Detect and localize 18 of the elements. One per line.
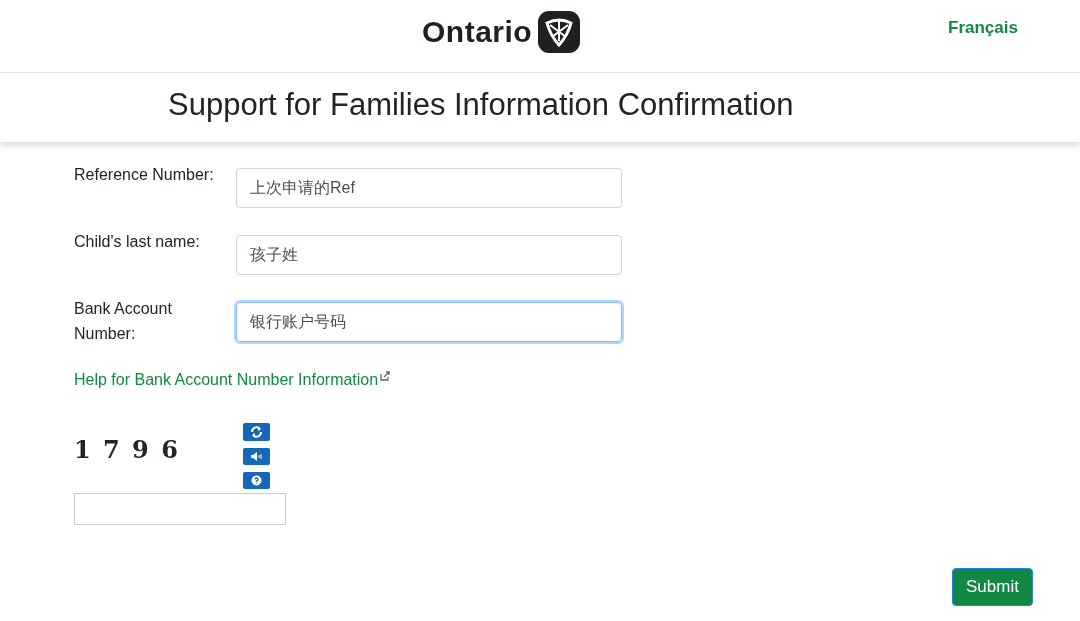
submit-button[interactable]: Submit bbox=[952, 568, 1033, 606]
field-label: Reference Number: bbox=[74, 165, 215, 185]
trillium-icon bbox=[538, 11, 581, 53]
refresh-icon[interactable] bbox=[243, 423, 270, 441]
help-icon[interactable] bbox=[243, 472, 270, 489]
field-label: Child's last name: bbox=[74, 232, 201, 252]
speaker-icon[interactable] bbox=[243, 448, 270, 465]
logo-text: Ontario bbox=[422, 15, 533, 49]
text-field[interactable]: 孩子姓 bbox=[236, 235, 622, 275]
language-link[interactable]: Français bbox=[948, 18, 1018, 38]
captcha-input-field[interactable] bbox=[74, 493, 286, 525]
text-field[interactable]: 银行账户号码 bbox=[236, 302, 622, 342]
field-label: Bank Account Number: bbox=[74, 299, 173, 344]
page-title: Support for Families Information Confirmation bbox=[168, 86, 795, 124]
help-link[interactable]: Help for Bank Account Number Information bbox=[74, 371, 379, 389]
captcha-code: 1 7 9 6 bbox=[74, 435, 181, 466]
external-link-icon bbox=[380, 371, 391, 381]
text-field[interactable]: 上次申请的Ref bbox=[236, 168, 622, 208]
